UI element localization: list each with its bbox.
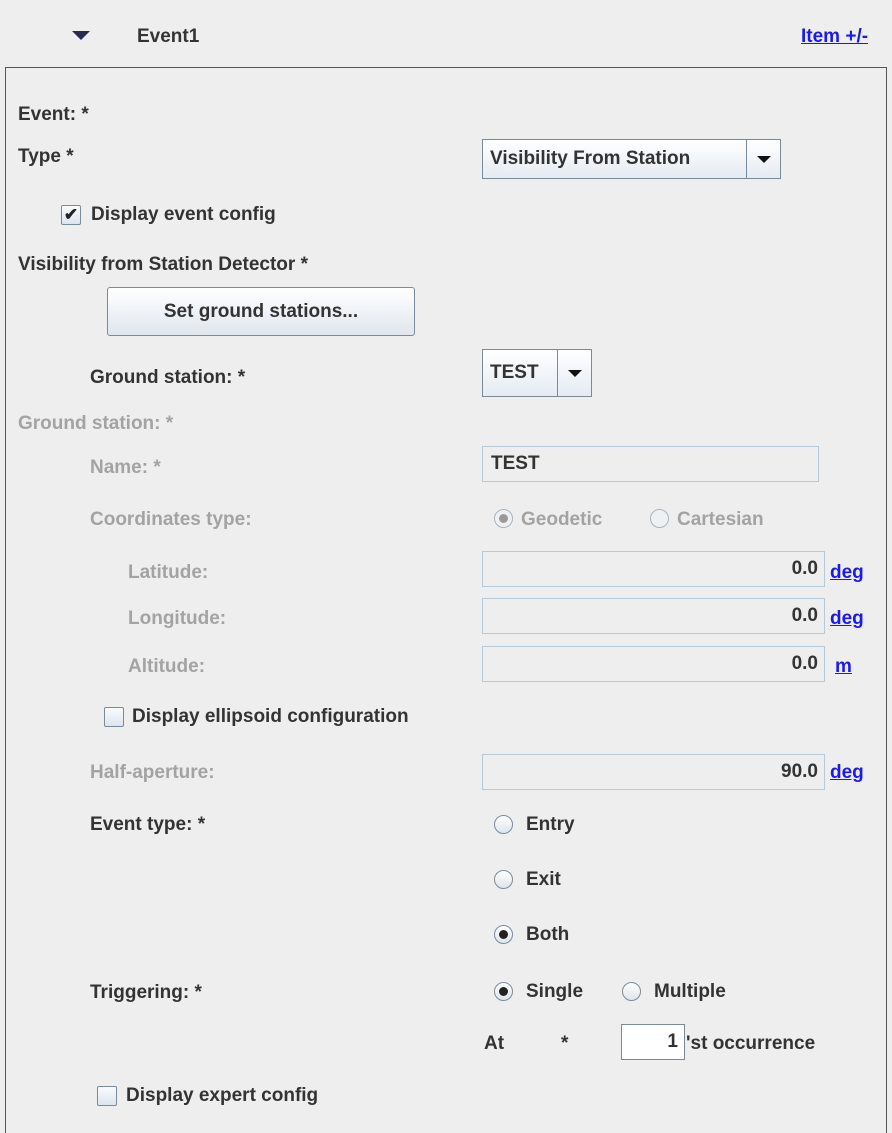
longitude-value: 0.0 [791,605,818,626]
type-label: Type * [18,146,74,167]
event-title: Event1 [137,26,200,47]
display-event-config-label[interactable]: Display event config [91,204,276,226]
geodetic-label[interactable]: Geodetic [521,509,602,531]
coordinates-type-label: Coordinates type: [90,509,252,530]
latitude-unit-link[interactable]: deg [830,562,864,584]
occurrence-value: 1 [667,1031,678,1052]
occurrence-suffix: 'st occurrence [686,1033,816,1054]
chevron-down-icon [557,350,591,396]
ground-station-section-label: Ground station: * [18,413,174,434]
name-label: Name: * [90,457,161,478]
event-label: Event: * [18,104,89,125]
ground-station-value: TEST [490,362,539,383]
collapse-triangle-icon[interactable] [72,31,90,40]
display-expert-checkbox[interactable] [97,1086,117,1106]
geodetic-radio[interactable] [494,509,513,528]
event-type-label: Event type: * [90,814,206,835]
name-value: TEST [491,453,540,474]
name-field[interactable]: TEST [482,446,819,482]
longitude-label: Longitude: [128,608,227,629]
type-value: Visibility From Station [490,148,691,169]
type-dropdown[interactable]: Visibility From Station [482,139,781,179]
display-ellipsoid-checkbox[interactable] [104,707,124,727]
display-event-config-checkbox[interactable]: ✔ [61,205,81,225]
latitude-value: 0.0 [791,558,818,579]
check-icon: ✔ [63,205,79,224]
occurrence-required-star: * [561,1033,569,1054]
multiple-label[interactable]: Multiple [654,981,726,1003]
display-expert-label[interactable]: Display expert config [126,1085,318,1107]
longitude-unit-link[interactable]: deg [830,608,864,630]
cartesian-radio[interactable] [650,509,669,528]
half-aperture-label: Half-aperture: [90,762,215,783]
single-radio[interactable] [494,982,513,1001]
altitude-label: Altitude: [128,656,206,677]
exit-label[interactable]: Exit [526,869,561,891]
both-label[interactable]: Both [526,924,569,946]
ground-station-dropdown[interactable]: TEST [482,349,592,397]
half-aperture-field[interactable]: 90.0 [482,754,825,790]
set-ground-stations-button[interactable]: Set ground stations... [107,287,415,336]
chevron-down-icon [746,140,780,178]
cartesian-label[interactable]: Cartesian [677,509,764,531]
multiple-radio[interactable] [622,982,641,1001]
half-aperture-value: 90.0 [781,761,818,782]
latitude-field[interactable]: 0.0 [482,551,825,587]
exit-radio[interactable] [494,870,513,889]
latitude-label: Latitude: [128,562,209,583]
occurrence-input[interactable]: 1 [621,1024,685,1060]
item-add-remove-link[interactable]: Item +/- [801,26,868,48]
altitude-field[interactable]: 0.0 [482,646,825,682]
longitude-field[interactable]: 0.0 [482,598,825,634]
occurrence-at-label: At [484,1033,505,1054]
altitude-unit-link[interactable]: m [835,656,852,678]
both-radio[interactable] [494,925,513,944]
single-label[interactable]: Single [526,981,583,1003]
half-aperture-unit-link[interactable]: deg [830,762,864,784]
detector-label: Visibility from Station Detector * [18,254,308,275]
altitude-value: 0.0 [791,653,818,674]
entry-radio[interactable] [494,815,513,834]
display-ellipsoid-label[interactable]: Display ellipsoid configuration [132,706,409,728]
triggering-label: Triggering: * [90,982,202,1003]
ground-station-select-label: Ground station: * [90,367,246,388]
set-ground-stations-label: Set ground stations... [163,300,359,322]
entry-label[interactable]: Entry [526,814,575,836]
